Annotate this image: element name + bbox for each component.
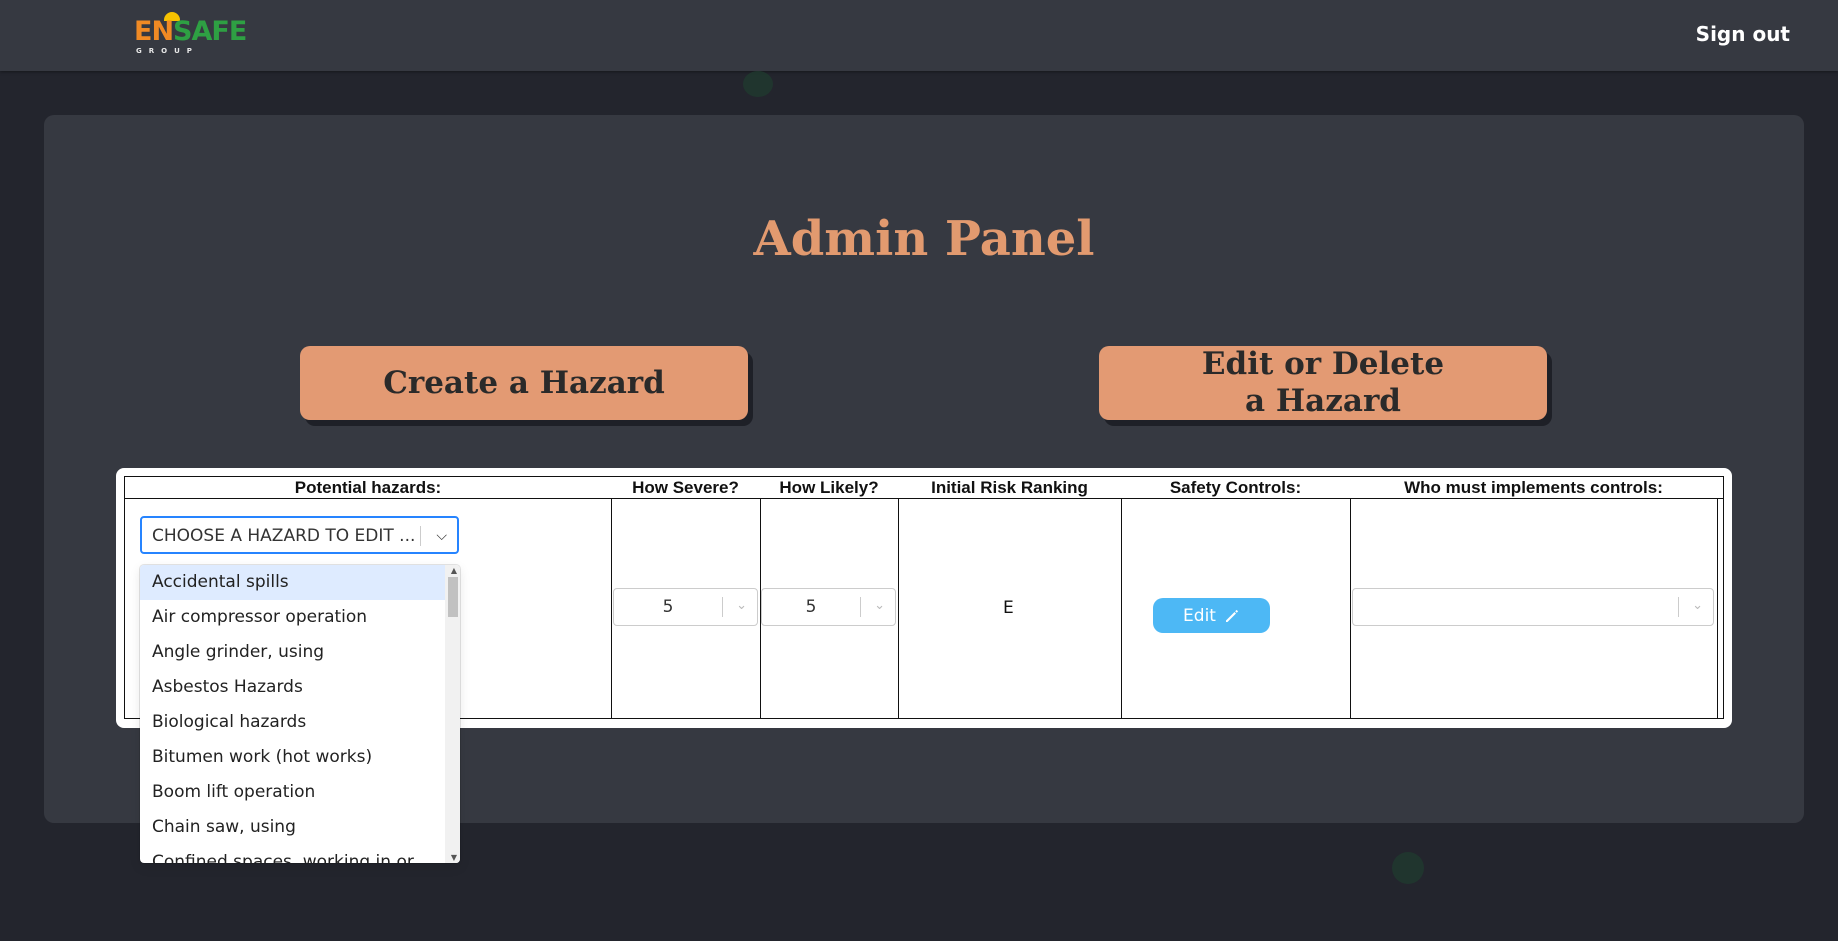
col-header-initial-risk: Initial Risk Ranking xyxy=(898,477,1121,499)
col-header-safety-controls: Safety Controls: xyxy=(1121,477,1350,499)
chevron-down-icon: ⌄ xyxy=(736,598,747,613)
hazard-dropdown-menu: Accidental spills Air compressor operati… xyxy=(140,565,460,863)
logo-group: GROUP xyxy=(136,47,199,55)
severity-value: 5 xyxy=(662,597,674,617)
edit-controls-button[interactable]: Edit xyxy=(1153,598,1270,633)
create-hazard-label: Create a Hazard xyxy=(383,364,665,401)
dropdown-option[interactable]: Asbestos Hazards xyxy=(140,670,445,705)
dropdown-scrollbar[interactable]: ▲ ▼ xyxy=(445,565,460,863)
column-divider xyxy=(898,498,899,718)
hazard-select[interactable]: CHOOSE A HAZARD TO EDIT ... ⌵ xyxy=(140,516,459,554)
ensafe-logo[interactable]: ENSAFE GROUP xyxy=(134,12,247,56)
logo-en: EN xyxy=(134,16,174,47)
col-header-how-likely: How Likely? xyxy=(760,477,898,499)
column-divider xyxy=(1717,498,1718,718)
decorative-dot xyxy=(743,71,773,97)
pencil-icon xyxy=(1225,609,1239,622)
dropdown-option[interactable]: Angle grinder, using xyxy=(140,635,445,670)
chevron-down-icon: ⌄ xyxy=(874,598,885,613)
chevron-down-icon: ⌵ xyxy=(436,528,447,544)
column-divider xyxy=(611,498,612,718)
dropdown-option[interactable]: Confined spaces, working in or... xyxy=(140,845,445,863)
edit-delete-hazard-label: Edit or Delete a Hazard xyxy=(1201,346,1445,419)
chevron-down-icon: ⌄ xyxy=(1692,598,1703,613)
who-implements-select[interactable]: ⌄ xyxy=(1352,588,1714,626)
logo-safe: SAFE xyxy=(173,16,247,47)
sign-out-link[interactable]: Sign out xyxy=(1696,22,1790,46)
header-divider xyxy=(125,498,1723,499)
top-navbar: ENSAFE GROUP Sign out xyxy=(0,0,1838,71)
likelihood-select[interactable]: 5 ⌄ xyxy=(761,588,896,626)
decorative-dot xyxy=(1392,852,1424,884)
column-divider xyxy=(1350,498,1351,718)
column-divider xyxy=(1121,498,1122,718)
dropdown-option[interactable]: Biological hazards xyxy=(140,705,445,740)
scroll-down-icon[interactable]: ▼ xyxy=(451,853,457,862)
dropdown-option[interactable]: Boom lift operation xyxy=(140,775,445,810)
dropdown-option[interactable]: Accidental spills xyxy=(140,565,445,600)
edit-controls-label: Edit xyxy=(1183,605,1216,626)
create-hazard-button[interactable]: Create a Hazard xyxy=(300,346,748,420)
col-header-potential-hazards: Potential hazards: xyxy=(125,477,611,499)
likelihood-value: 5 xyxy=(805,597,817,617)
dropdown-option[interactable]: Air compressor operation xyxy=(140,600,445,635)
severity-select[interactable]: 5 ⌄ xyxy=(613,588,758,626)
scroll-up-icon[interactable]: ▲ xyxy=(451,566,457,575)
scroll-thumb[interactable] xyxy=(448,577,458,617)
edit-delete-hazard-button[interactable]: Edit or Delete a Hazard xyxy=(1099,346,1547,420)
hazard-select-placeholder: CHOOSE A HAZARD TO EDIT ... xyxy=(152,526,416,546)
dropdown-option[interactable]: Bitumen work (hot works) xyxy=(140,740,445,775)
dropdown-option[interactable]: Chain saw, using xyxy=(140,810,445,845)
col-header-who-implements: Who must implements controls: xyxy=(1350,477,1717,499)
page-title: Admin Panel xyxy=(753,211,1095,267)
risk-ranking-value: E xyxy=(1003,598,1014,618)
col-header-how-severe: How Severe? xyxy=(611,477,760,499)
